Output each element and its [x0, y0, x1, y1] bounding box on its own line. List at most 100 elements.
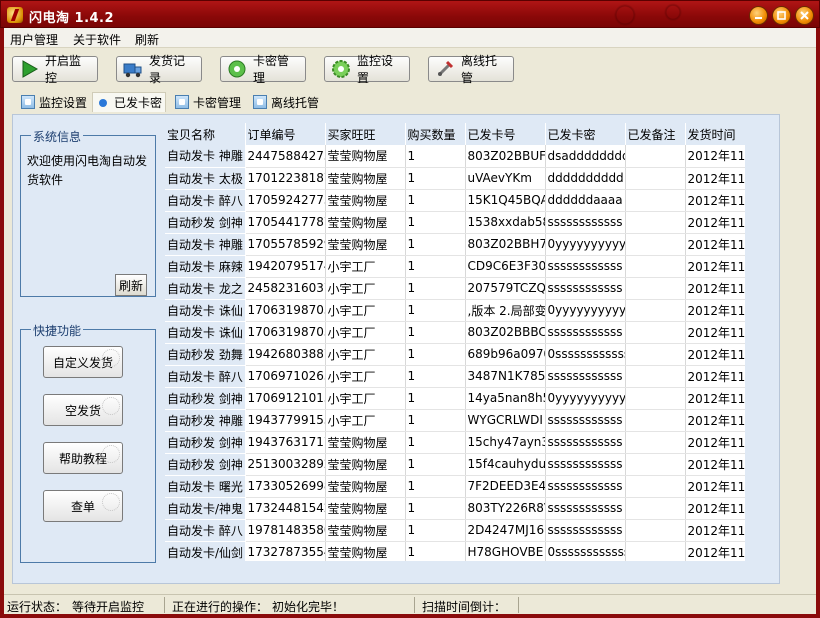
- table-cell: ssssssssssss: [545, 519, 626, 542]
- table-cell: 1: [405, 167, 466, 190]
- table-cell: 自动秒发 劲舞: [165, 343, 246, 366]
- table-row[interactable]: 自动发卡/仙剑 17327873554 莹莹购物屋 1 H78GHOVBE 0ssssss…: [165, 541, 745, 561]
- minimize-button[interactable]: [749, 6, 768, 25]
- table-cell: [625, 233, 686, 256]
- table-cell: 自动发卡/仙剑: [165, 541, 246, 561]
- close-button[interactable]: [795, 6, 814, 25]
- maximize-button[interactable]: [772, 6, 791, 25]
- table-cell: H78GHOVBE: [465, 541, 546, 561]
- table-cell: 莹莹购物屋: [325, 519, 406, 542]
- table-row[interactable]: 自动发卡 诛仙 17063198703 小宇工厂 1 803Z02BBBC sssssss…: [165, 321, 745, 344]
- check-order-button[interactable]: 查单: [43, 490, 123, 522]
- tab-page-icon: [21, 95, 35, 109]
- table-cell: 1: [405, 365, 466, 388]
- table-cell: 17059242773: [245, 189, 326, 212]
- play-icon: [19, 59, 39, 79]
- start-monitor-button[interactable]: 开启监控: [12, 54, 98, 85]
- card-management-button[interactable]: 卡密管理: [220, 54, 306, 85]
- active-tab-dot-icon: [99, 98, 107, 107]
- table-cell: 2012年11,: [685, 519, 745, 542]
- table-row[interactable]: 自动秒发 劲舞 19426803887 小宇工厂 1 689b96a0970 0sssss…: [165, 343, 745, 366]
- table-cell: 小宇工厂: [325, 387, 406, 410]
- table-cell: 17327873554: [245, 541, 326, 561]
- sent-cards-table[interactable]: 宝贝名称 订单编号 买家旺旺 购买数量 已发卡号 已发卡密 已发备注 发货时间 …: [165, 123, 745, 561]
- tab-card-management[interactable]: 卡密管理: [172, 92, 244, 112]
- column-header[interactable]: 已发备注: [625, 123, 686, 145]
- menu-about[interactable]: 关于软件: [73, 31, 121, 48]
- table-cell: 自动发卡 龙之: [165, 277, 246, 300]
- help-tutorial-button[interactable]: 帮助教程: [43, 442, 123, 474]
- app-logo-icon: [7, 7, 23, 23]
- table-cell: 0yyyyyyyyyy: [545, 233, 626, 256]
- table-cell: 2012年11,: [685, 145, 745, 168]
- column-header[interactable]: 已发卡号: [465, 123, 546, 145]
- table-row[interactable]: 自动发卡 醉八 17069710263 小宇工厂 1 3487N1K785 sssssss…: [165, 365, 745, 388]
- table-row[interactable]: 自动发卡 太极 17012238187 莹莹购物屋 1 uVAevYKm dddddddd…: [165, 167, 745, 190]
- table-cell: [625, 475, 686, 498]
- table-row[interactable]: 自动秒发 剑神 17069121015 小宇工厂 1 14ya5nan8h5 0yyyyy…: [165, 387, 745, 410]
- table-cell: 0ssssssssssss: [545, 343, 626, 366]
- table-row[interactable]: 自动发卡 醉八 19781483580 莹莹购物屋 1 2D4247MJ16 ssssss…: [165, 519, 745, 542]
- delivery-records-button[interactable]: 发货记录: [116, 54, 202, 85]
- table-cell: 7F2DEED3E4: [465, 475, 546, 498]
- table-row[interactable]: 自动发卡 醉八 17059242773 莹莹购物屋 1 15K1Q45BQA dddddd…: [165, 189, 745, 212]
- tab-offline-hosting[interactable]: 离线托管: [250, 92, 322, 112]
- table-cell: 莹莹购物屋: [325, 145, 406, 168]
- column-header[interactable]: 订单编号: [245, 123, 326, 145]
- start-monitor-label: 开启监控: [45, 54, 82, 85]
- table-cell: ssssssssssss: [545, 277, 626, 300]
- table-row[interactable]: 自动发卡 神雕 24475884275 莹莹购物屋 1 803Z02BBUF dsaddd…: [165, 145, 745, 168]
- table-row[interactable]: 自动发卡/神鬼 17324481542 莹莹购物屋 1 803TY226R8V sssss…: [165, 497, 745, 520]
- tab-sent-cards[interactable]: 已发卡密: [92, 92, 167, 112]
- column-header[interactable]: 已发卡密: [545, 123, 626, 145]
- table-cell: 1: [405, 343, 466, 366]
- custom-delivery-button[interactable]: 自定义发货: [43, 346, 123, 378]
- table-cell: 2D4247MJ16: [465, 519, 546, 542]
- table-row[interactable]: 自动秒发 剑神 25130032892 莹莹购物屋 1 15f4cauhydu sssss…: [165, 453, 745, 476]
- tab-label: 离线托管: [271, 95, 320, 110]
- table-cell: 自动发卡 诛仙: [165, 299, 246, 322]
- table-row[interactable]: 自动发卡 诛仙 17063198703 小宇工厂 1 ,版本 2.局部变 0yyyyyyy…: [165, 299, 745, 322]
- table-cell: 17063198703: [245, 321, 326, 344]
- table-cell: 207579TCZQ: [465, 277, 546, 300]
- table-cell: [625, 387, 686, 410]
- table-cell: 1: [405, 255, 466, 278]
- table-cell: 自动秒发 剑神: [165, 453, 246, 476]
- tools-icon: [435, 59, 455, 79]
- table-row[interactable]: 自动发卡 龙之 24582316037 小宇工厂 1 207579TCZQ sssssss…: [165, 277, 745, 300]
- table-cell: 2012年11,: [685, 167, 745, 190]
- menu-user-management[interactable]: 用户管理: [10, 31, 58, 48]
- monitor-settings-button[interactable]: 监控设置: [324, 54, 410, 85]
- table-row[interactable]: 自动发卡 麻辣 19420795174 小宇工厂 1 CD9C6E3F30 sssssss…: [165, 255, 745, 278]
- column-header[interactable]: 买家旺旺: [325, 123, 406, 145]
- menu-refresh[interactable]: 刷新: [135, 31, 159, 48]
- table-row[interactable]: 自动秒发 剑神 17054417787 莹莹购物屋 1 1538xxdab58 sssss…: [165, 211, 745, 234]
- offline-hosting-button[interactable]: 离线托管: [428, 54, 514, 85]
- run-status-value: 等待开启监控: [72, 600, 145, 614]
- table-row[interactable]: 自动发卡 曙光 17330526998 莹莹购物屋 1 7F2DEED3E4 ssssss…: [165, 475, 745, 498]
- window-client: 用户管理 关于软件 刷新 开启监控 发货记录 卡密管理 监控设置 离线托管 监控…: [4, 28, 816, 614]
- table-row[interactable]: 自动发卡 神雕 17055785929 莹莹购物屋 1 803Z02BBH7 0yyyyy…: [165, 233, 745, 256]
- table-cell: 14ya5nan8h5: [465, 387, 546, 410]
- table-cell: 1538xxdab58: [465, 211, 546, 234]
- table-cell: 2012年11,: [685, 541, 745, 561]
- table-cell: 1: [405, 189, 466, 212]
- refresh-button[interactable]: 刷新: [115, 274, 147, 296]
- tab-page-icon: [253, 95, 267, 109]
- table-cell: 自动发卡 太极: [165, 167, 246, 190]
- table-cell: 1: [405, 233, 466, 256]
- column-header[interactable]: 宝贝名称: [165, 123, 246, 145]
- table-cell: 自动发卡/神鬼: [165, 497, 246, 520]
- table-row[interactable]: 自动秒发 神雕 19437799155 小宇工厂 1 WYGCRLWDI ssssssss…: [165, 409, 745, 432]
- column-header[interactable]: 购买数量: [405, 123, 466, 145]
- table-cell: [625, 519, 686, 542]
- operation-label: 正在进行的操作：: [172, 600, 269, 614]
- table-row[interactable]: 自动秒发 剑神 19437631717 莹莹购物屋 1 15chy47ayn3 sssss…: [165, 431, 745, 454]
- column-header[interactable]: 发货时间: [685, 123, 745, 145]
- table-cell: 自动秒发 剑神: [165, 211, 246, 234]
- table-cell: 莹莹购物屋: [325, 189, 406, 212]
- table-cell: 小宇工厂: [325, 321, 406, 344]
- tab-monitor-settings[interactable]: 监控设置: [18, 92, 90, 112]
- table-cell: ssssssssssss: [545, 409, 626, 432]
- empty-delivery-button[interactable]: 空发货: [43, 394, 123, 426]
